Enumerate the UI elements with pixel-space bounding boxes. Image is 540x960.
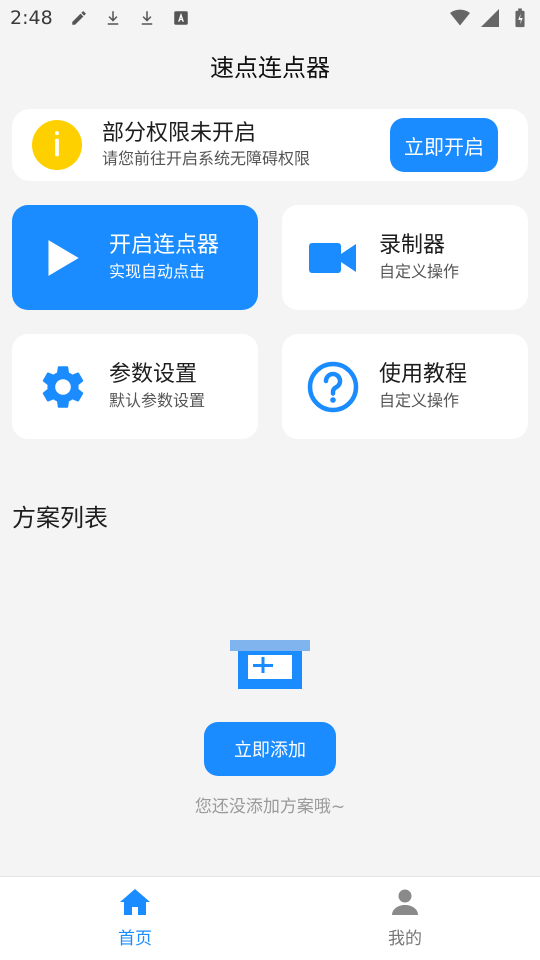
tile-texts: 开启连点器 实现自动点击: [109, 232, 219, 284]
person-icon: [391, 888, 419, 920]
tile-settings[interactable]: 参数设置 默认参数设置: [12, 334, 258, 439]
tile-subtitle: 自定义操作: [379, 390, 460, 410]
permission-texts: 部分权限未开启 请您前往开启系统无障碍权限: [102, 120, 310, 170]
tile-texts: 录制器 自定义操作: [379, 232, 459, 284]
app-title: 速点连点器: [210, 54, 330, 82]
permission-subtitle: 请您前往开启系统无障碍权限: [102, 149, 311, 168]
gear-icon: [35, 359, 91, 415]
tile-title: 开启连点器: [109, 232, 220, 258]
nav-label: 我的: [388, 929, 422, 949]
enable-now-button[interactable]: 立即开启: [390, 118, 498, 172]
tile-texts: 参数设置 默认参数设置: [109, 361, 205, 413]
download-icon: [103, 8, 123, 28]
info-icon: [32, 120, 82, 170]
permission-title: 部分权限未开启: [102, 121, 257, 146]
tile-subtitle: 自定义操作: [379, 261, 460, 281]
tile-start-clicker[interactable]: 开启连点器 实现自动点击: [12, 205, 258, 310]
bottom-nav: 首页 我的: [0, 876, 540, 960]
tile-title: 录制器: [379, 232, 446, 258]
signal-icon: [480, 8, 500, 28]
status-time: 2:48: [10, 7, 53, 29]
help-icon: [305, 359, 361, 415]
tile-recorder[interactable]: 录制器 自定义操作: [282, 205, 528, 310]
status-icons-right: [450, 8, 530, 28]
wifi-icon: [450, 8, 470, 28]
tile-title: 参数设置: [109, 361, 198, 387]
permission-card: 部分权限未开启 请您前往开启系统无障碍权限 立即开启: [12, 109, 528, 181]
pencil-icon: [69, 8, 89, 28]
nav-label: 首页: [118, 929, 152, 949]
home-icon: [119, 888, 151, 920]
battery-charging-icon: [510, 8, 530, 28]
tile-subtitle: 默认参数设置: [109, 390, 206, 410]
status-bar: 2:48: [0, 0, 540, 36]
status-icons-left: [69, 8, 191, 28]
video-camera-icon: [305, 230, 361, 286]
download-icon: [137, 8, 157, 28]
add-plan-button[interactable]: 立即添加: [204, 722, 336, 776]
nav-item-home[interactable]: 首页: [0, 877, 270, 960]
tile-subtitle: 实现自动点击: [109, 261, 206, 281]
tile-title: 使用教程: [379, 361, 468, 387]
play-icon: [35, 230, 91, 286]
font-a-icon: [171, 8, 191, 28]
tile-tutorial[interactable]: 使用教程 自定义操作: [282, 334, 528, 439]
add-box-icon: [230, 640, 310, 690]
tile-texts: 使用教程 自定义操作: [379, 361, 467, 413]
section-title-plans: 方案列表: [12, 504, 108, 532]
empty-hint: 您还没添加方案哦~: [194, 797, 346, 817]
nav-item-mine[interactable]: 我的: [270, 877, 540, 960]
